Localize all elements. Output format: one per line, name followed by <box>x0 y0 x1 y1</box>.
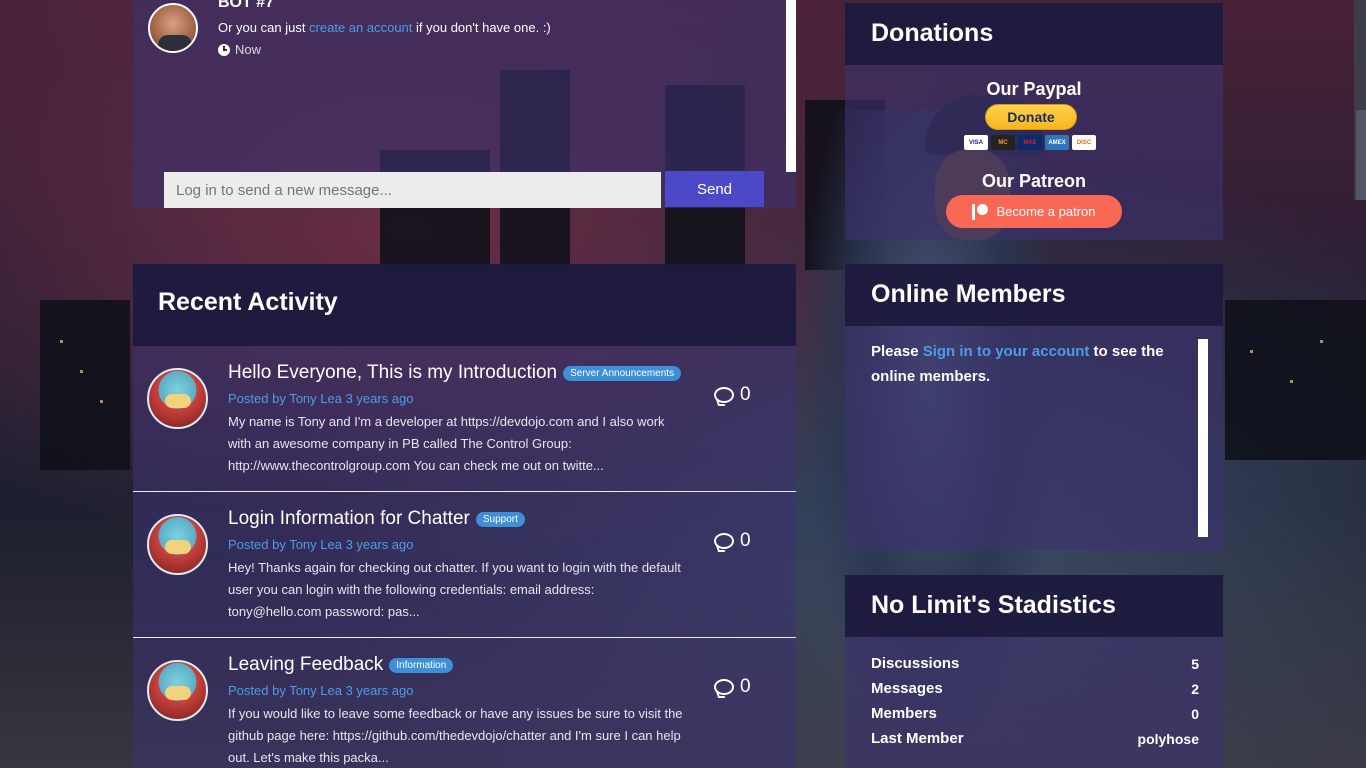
statistics-list: Discussions 5 Messages 2 Members 0 Last … <box>871 651 1199 751</box>
stat-row: Messages 2 <box>871 676 1199 701</box>
comment-icon <box>714 387 734 403</box>
bot-name: BOT #7 <box>218 0 275 11</box>
discussion-item[interactable]: Login Information for Chatter Support Po… <box>133 492 796 638</box>
stat-value: 0 <box>1191 705 1199 722</box>
paypal-title: Our Paypal <box>986 79 1082 99</box>
stat-row: Last Member polyhose <box>871 726 1199 751</box>
paypal-donate-button[interactable]: Donate <box>985 104 1077 130</box>
patreon-icon <box>972 203 989 220</box>
comment-icon <box>714 679 734 695</box>
category-badge[interactable]: Support <box>475 511 525 527</box>
author-avatar <box>147 514 208 575</box>
online-members-panel: Online Members Please Sign in to your ac… <box>845 264 1223 550</box>
comment-count-value: 0 <box>740 530 751 551</box>
building <box>1225 300 1366 460</box>
stat-label: Last Member <box>871 730 964 747</box>
stat-value: 2 <box>1191 680 1199 697</box>
stat-value: polyhose <box>1137 730 1199 747</box>
chat-panel: BOT #7 Or you can just create an account… <box>133 0 796 208</box>
bot-avatar <box>148 3 198 53</box>
discussion-excerpt: Hey! Thanks again for checking out chatt… <box>228 560 681 619</box>
recent-activity-panel: Recent Activity Hello Everyone, This is … <box>133 264 796 768</box>
chat-timestamp: Now <box>218 42 261 57</box>
donations-title: Donations <box>845 3 1223 65</box>
chat-scrollbar[interactable] <box>786 0 796 172</box>
comment-count: 0 <box>714 384 751 406</box>
become-patron-label: Become a patron <box>996 204 1096 219</box>
amex-card-icon: AMEX <box>1045 135 1069 150</box>
online-members-text: Please <box>871 343 923 360</box>
stat-value: 5 <box>1191 655 1199 672</box>
stat-label: Discussions <box>871 655 960 672</box>
patreon-title: Our Patreon <box>981 171 1087 191</box>
comment-count: 0 <box>714 530 751 552</box>
sign-in-link[interactable]: Sign in to your account <box>923 343 1090 360</box>
author-avatar <box>147 368 208 429</box>
recent-activity-title: Recent Activity <box>133 264 796 346</box>
chat-message-text: if you don't have one. :) <box>412 20 551 35</box>
stat-label: Messages <box>871 680 943 697</box>
building <box>40 300 130 470</box>
send-button[interactable]: Send <box>665 171 764 207</box>
online-members-scrollbar[interactable] <box>1198 339 1208 537</box>
posted-by: Posted by Tony Lea 3 years ago <box>228 391 414 406</box>
stat-label: Members <box>871 705 937 722</box>
payment-cards: VISA MC MAE AMEX DISC <box>964 135 1096 150</box>
comment-count: 0 <box>714 676 751 698</box>
posted-by: Posted by Tony Lea 3 years ago <box>228 683 414 698</box>
discussion-title[interactable]: Leaving Feedback <box>228 654 383 676</box>
category-badge[interactable]: Information <box>389 657 454 673</box>
discussion-title[interactable]: Hello Everyone, This is my Introduction <box>228 362 557 384</box>
comment-count-value: 0 <box>740 676 751 697</box>
stat-row: Discussions 5 <box>871 651 1199 676</box>
comment-icon <box>714 533 734 549</box>
posted-by: Posted by Tony Lea 3 years ago <box>228 537 414 552</box>
author-avatar <box>147 660 208 721</box>
discussion-excerpt: If you would like to leave some feedback… <box>228 706 683 765</box>
discover-card-icon: DISC <box>1072 135 1096 150</box>
donations-panel: Donations Our Paypal Donate VISA MC MAE … <box>845 3 1223 240</box>
edge-block <box>1356 110 1366 200</box>
maestro-card-icon: MAE <box>1018 135 1042 150</box>
online-members-message: Please Sign in to your account to see th… <box>871 339 1171 389</box>
chat-time-text: Now <box>235 42 262 57</box>
discussion-title[interactable]: Login Information for Chatter <box>228 508 470 530</box>
discussion-excerpt: My name is Tony and I'm a developer at h… <box>228 414 665 473</box>
discussion-item[interactable]: Leaving Feedback Information Posted by T… <box>133 638 796 768</box>
mastercard-icon: MC <box>991 135 1015 150</box>
stat-row: Members 0 <box>871 701 1199 726</box>
discussion-item[interactable]: Hello Everyone, This is my Introduction … <box>133 346 796 492</box>
comment-count-value: 0 <box>740 384 751 405</box>
online-members-title: Online Members <box>845 264 1223 326</box>
become-patron-button[interactable]: Become a patron <box>946 195 1122 228</box>
visa-card-icon: VISA <box>964 135 988 150</box>
create-account-link[interactable]: create an account <box>309 20 412 35</box>
chat-message-text: Or you can just <box>218 20 310 35</box>
chat-message: Or you can just create an account if you… <box>218 20 551 35</box>
category-badge[interactable]: Server Announcements <box>563 365 682 381</box>
clock-icon <box>218 43 230 56</box>
chat-message-input[interactable] <box>164 172 661 208</box>
statistics-title: No Limit's Stadistics <box>845 575 1223 637</box>
statistics-panel: No Limit's Stadistics Discussions 5 Mess… <box>845 575 1223 768</box>
